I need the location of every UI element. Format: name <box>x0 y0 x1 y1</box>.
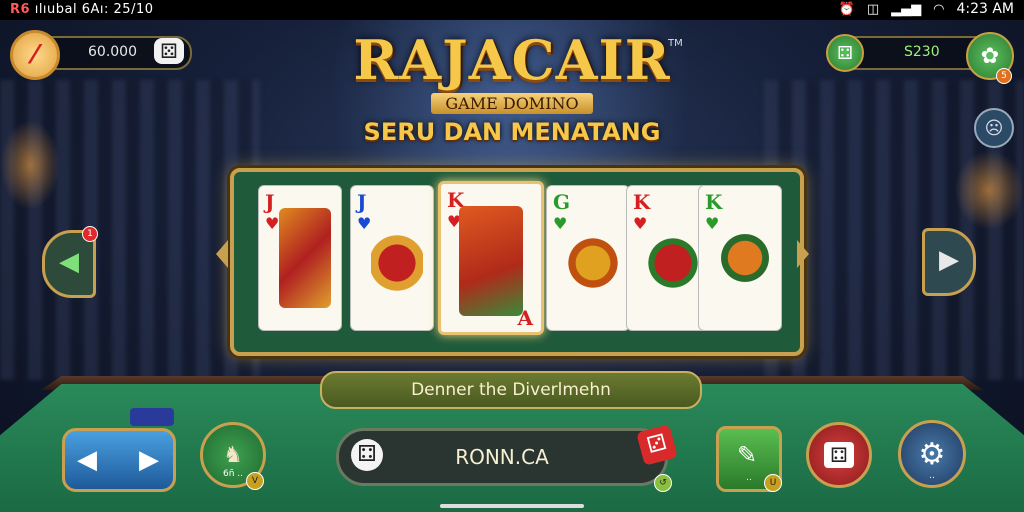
status-info: ılıubal 6Aı: 25/10 <box>34 2 154 17</box>
card-suit: ♥ <box>357 214 372 233</box>
card-rank: J <box>265 190 275 214</box>
light-glow-right <box>954 150 1024 230</box>
logo-subtitle-text: GAME DOMINO <box>431 93 593 114</box>
game-logo: RAJACAIR <box>353 28 671 92</box>
playing-card[interactable]: J ♥ <box>350 185 434 331</box>
card-art <box>719 208 771 308</box>
side-left-badge: 1 <box>82 226 98 242</box>
logo-subtitle: GAME DOMINO <box>0 93 1024 114</box>
dice-icon: ⚃ <box>824 442 854 468</box>
next-side-button[interactable]: ▶ <box>922 228 976 296</box>
dice-roll-button[interactable]: ⚃ <box>806 422 872 488</box>
arrow-right-icon[interactable]: ▶ <box>139 445 159 475</box>
dog-icon: ♞ <box>223 442 243 468</box>
board-arrow-left <box>216 240 228 268</box>
home-indicator[interactable] <box>440 504 584 508</box>
card-rank: J <box>357 190 367 214</box>
signal-icon: ▂▄▆ <box>891 1 922 17</box>
card-art <box>567 208 619 308</box>
settings-label: .. <box>929 471 935 481</box>
player-name-bar[interactable]: ⚃ RONN.CA <box>336 428 668 486</box>
gear-icon: ⚙ <box>918 436 946 472</box>
arrow-right-icon: ▶ <box>939 245 959 275</box>
status-right: ⏰ ◫ ▂▄▆ ◠ 4:23 AM <box>839 1 1014 17</box>
message-banner: Denner the Diverlmehn <box>320 371 702 409</box>
trademark: TM <box>668 38 683 49</box>
card-art <box>647 208 699 308</box>
status-left: R6 ılıubal 6Aı: 25/10 <box>10 2 154 17</box>
arrow-left-icon: ◀ <box>59 247 79 277</box>
card-art <box>279 208 331 308</box>
dice-badge: ↺ <box>654 474 672 492</box>
card-art <box>459 206 523 316</box>
playing-card[interactable]: J ♥ <box>258 185 342 331</box>
playing-card-selected[interactable]: K ♥ A <box>438 181 544 335</box>
card-suit: ♥ <box>705 214 720 233</box>
card-art <box>371 208 423 308</box>
card-suit: ♥ <box>265 214 280 233</box>
wifi-icon: ◠ <box>933 1 945 17</box>
board-arrow-right <box>797 240 809 268</box>
card-suit: ♥ <box>633 214 648 233</box>
vibrate-icon: ◫ <box>866 1 880 17</box>
playing-card[interactable]: G ♥ <box>546 185 630 331</box>
card-suit: ♥ <box>553 214 568 233</box>
chip-stack <box>130 408 174 426</box>
edit-badge: U <box>764 474 782 492</box>
player-name: RONN.CA <box>455 445 549 469</box>
status-time: 4:23 AM <box>956 1 1014 17</box>
settings-button[interactable]: ⚙ .. <box>898 420 966 488</box>
card-corner-rank: A <box>517 306 533 330</box>
logo-tagline: SERU DAN MENATANG <box>363 118 661 146</box>
arrow-left-icon[interactable]: ◀ <box>77 445 97 475</box>
alarm-icon: ⏰ <box>838 1 855 17</box>
arrow-nav-pad[interactable]: ◀ ▶ <box>62 428 176 492</box>
status-carrier: R6 <box>10 2 31 17</box>
playing-card[interactable]: K ♥ <box>698 185 782 331</box>
status-bar: R6 ılıubal 6Aı: 25/10 ⏰ ◫ ▂▄▆ ◠ 4:23 AM <box>0 0 1024 20</box>
character-badge: V <box>246 472 264 490</box>
pencil-icon: ✎ <box>737 441 758 469</box>
